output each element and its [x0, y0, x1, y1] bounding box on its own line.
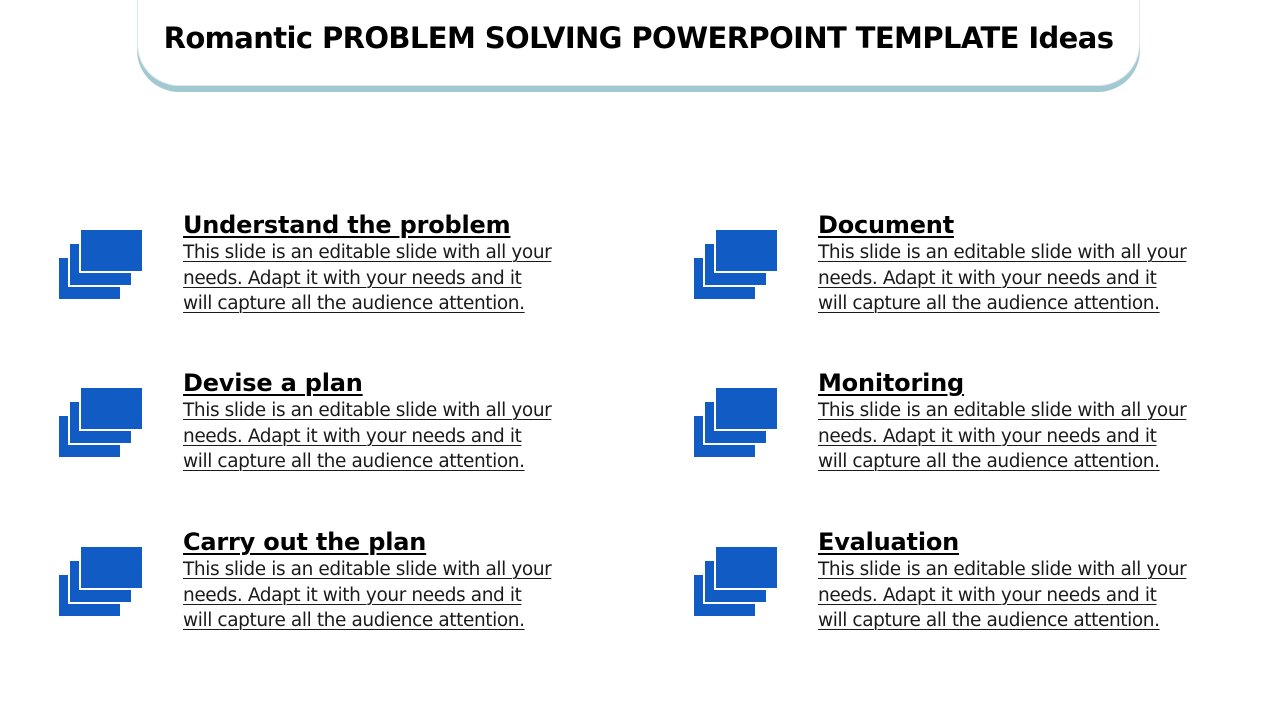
- icon-front-rect: [714, 545, 779, 590]
- item-body[interactable]: This slide is an editable slide with all…: [183, 557, 603, 634]
- item-devise-a-plan: Devise a plan This slide is an editable …: [59, 368, 619, 488]
- item-text[interactable]: Devise a plan This slide is an editable …: [183, 368, 603, 475]
- icon-front-rect: [714, 386, 779, 431]
- body-line: needs. Adapt it with your needs and it: [183, 425, 522, 447]
- body-line: needs. Adapt it with your needs and it: [183, 584, 522, 606]
- body-line: This slide is an editable slide with all…: [818, 559, 1187, 580]
- body-line: This slide is an editable slide with all…: [183, 400, 552, 421]
- body-line: This slide is an editable slide with all…: [818, 400, 1187, 421]
- icon-front-rect: [79, 386, 144, 431]
- body-line: needs. Adapt it with your needs and it: [818, 425, 1157, 447]
- stacked-slides-icon: [694, 386, 779, 457]
- body-line: This slide is an editable slide with all…: [818, 242, 1187, 263]
- item-heading[interactable]: Carry out the plan: [183, 527, 603, 557]
- body-line: This slide is an editable slide with all…: [183, 242, 552, 263]
- item-heading[interactable]: Understand the problem: [183, 210, 603, 240]
- stacked-slides-icon: [694, 228, 779, 299]
- item-text[interactable]: Evaluation This slide is an editable sli…: [818, 527, 1238, 634]
- stacked-slides-icon: [59, 545, 144, 616]
- body-line: needs. Adapt it with your needs and it: [183, 267, 522, 289]
- body-line: will capture all the audience attention.: [183, 293, 525, 314]
- item-document: Document This slide is an editable slide…: [694, 210, 1254, 330]
- item-body[interactable]: This slide is an editable slide with all…: [818, 398, 1238, 475]
- item-body[interactable]: This slide is an editable slide with all…: [183, 240, 603, 317]
- item-heading[interactable]: Evaluation: [818, 527, 1238, 557]
- stacked-slides-icon: [59, 228, 144, 299]
- item-evaluation: Evaluation This slide is an editable sli…: [694, 527, 1254, 647]
- item-text[interactable]: Document This slide is an editable slide…: [818, 210, 1238, 317]
- item-body[interactable]: This slide is an editable slide with all…: [818, 557, 1238, 634]
- body-line: will capture all the audience attention.: [183, 610, 525, 631]
- body-line: This slide is an editable slide with all…: [183, 559, 552, 580]
- item-text[interactable]: Understand the problem This slide is an …: [183, 210, 603, 317]
- body-line: will capture all the audience attention.: [818, 293, 1160, 314]
- stacked-slides-icon: [59, 386, 144, 457]
- item-understand-the-problem: Understand the problem This slide is an …: [59, 210, 619, 330]
- body-line: will capture all the audience attention.: [818, 610, 1160, 631]
- item-carry-out-the-plan: Carry out the plan This slide is an edit…: [59, 527, 619, 647]
- body-line: needs. Adapt it with your needs and it: [818, 267, 1157, 289]
- item-text[interactable]: Carry out the plan This slide is an edit…: [183, 527, 603, 634]
- item-body[interactable]: This slide is an editable slide with all…: [818, 240, 1238, 317]
- item-heading[interactable]: Monitoring: [818, 368, 1238, 398]
- item-heading[interactable]: Devise a plan: [183, 368, 603, 398]
- slide-title[interactable]: Romantic PROBLEM SOLVING POWERPOINT TEMP…: [137, 18, 1140, 58]
- icon-front-rect: [714, 228, 779, 273]
- item-heading[interactable]: Document: [818, 210, 1238, 240]
- body-line: will capture all the audience attention.: [183, 451, 525, 472]
- item-text[interactable]: Monitoring This slide is an editable sli…: [818, 368, 1238, 475]
- icon-front-rect: [79, 545, 144, 590]
- icon-front-rect: [79, 228, 144, 273]
- body-line: needs. Adapt it with your needs and it: [818, 584, 1157, 606]
- item-body[interactable]: This slide is an editable slide with all…: [183, 398, 603, 475]
- stacked-slides-icon: [694, 545, 779, 616]
- body-line: will capture all the audience attention.: [818, 451, 1160, 472]
- item-monitoring: Monitoring This slide is an editable sli…: [694, 368, 1254, 488]
